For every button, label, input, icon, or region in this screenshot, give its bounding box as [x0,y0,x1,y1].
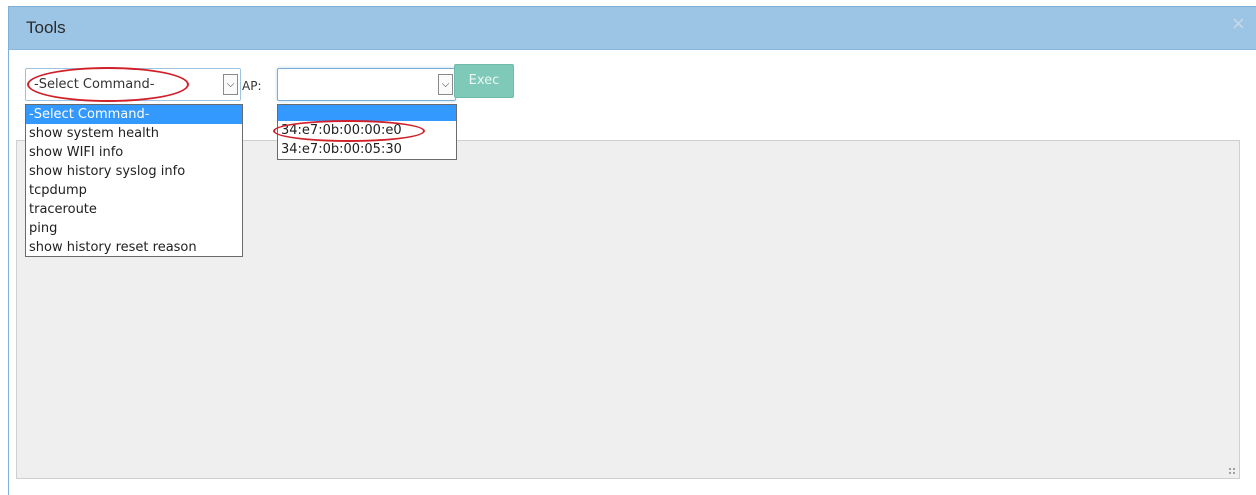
command-option[interactable]: show history syslog info [26,162,242,181]
ap-option[interactable]: 34:e7:0b:00:05:30 [278,140,456,159]
command-option[interactable]: show system health [26,124,242,143]
command-option[interactable]: show history reset reason [26,238,242,257]
command-option[interactable]: show WIFI info [26,143,242,162]
ap-select[interactable]: ⌵ [277,68,456,101]
dialog-title: Tools [26,18,66,37]
chevron-down-icon[interactable]: ⌵ [223,74,238,95]
ap-option[interactable]: 34:e7:0b:00:00:e0 [278,121,456,140]
command-option[interactable]: traceroute [26,200,242,219]
command-select[interactable]: -Select Command- ⌵ [25,68,241,101]
command-option[interactable]: tcpdump [26,181,242,200]
dialog-titlebar: Tools × [9,7,1256,50]
exec-button[interactable]: Exec [454,64,514,98]
chevron-down-icon[interactable]: ⌵ [438,74,453,95]
command-option[interactable]: -Select Command- [26,105,242,124]
close-icon[interactable]: × [1231,13,1246,34]
ap-label: AP: [242,79,262,93]
ap-dropdown-list: 34:e7:0b:00:00:e0 34:e7:0b:00:05:30 [277,104,457,160]
ap-option[interactable] [278,105,456,121]
resize-grip-icon[interactable] [1228,467,1236,475]
command-dropdown-list: -Select Command- show system health show… [25,104,243,257]
command-option[interactable]: ping [26,219,242,238]
command-select-value: -Select Command- [34,77,155,92]
